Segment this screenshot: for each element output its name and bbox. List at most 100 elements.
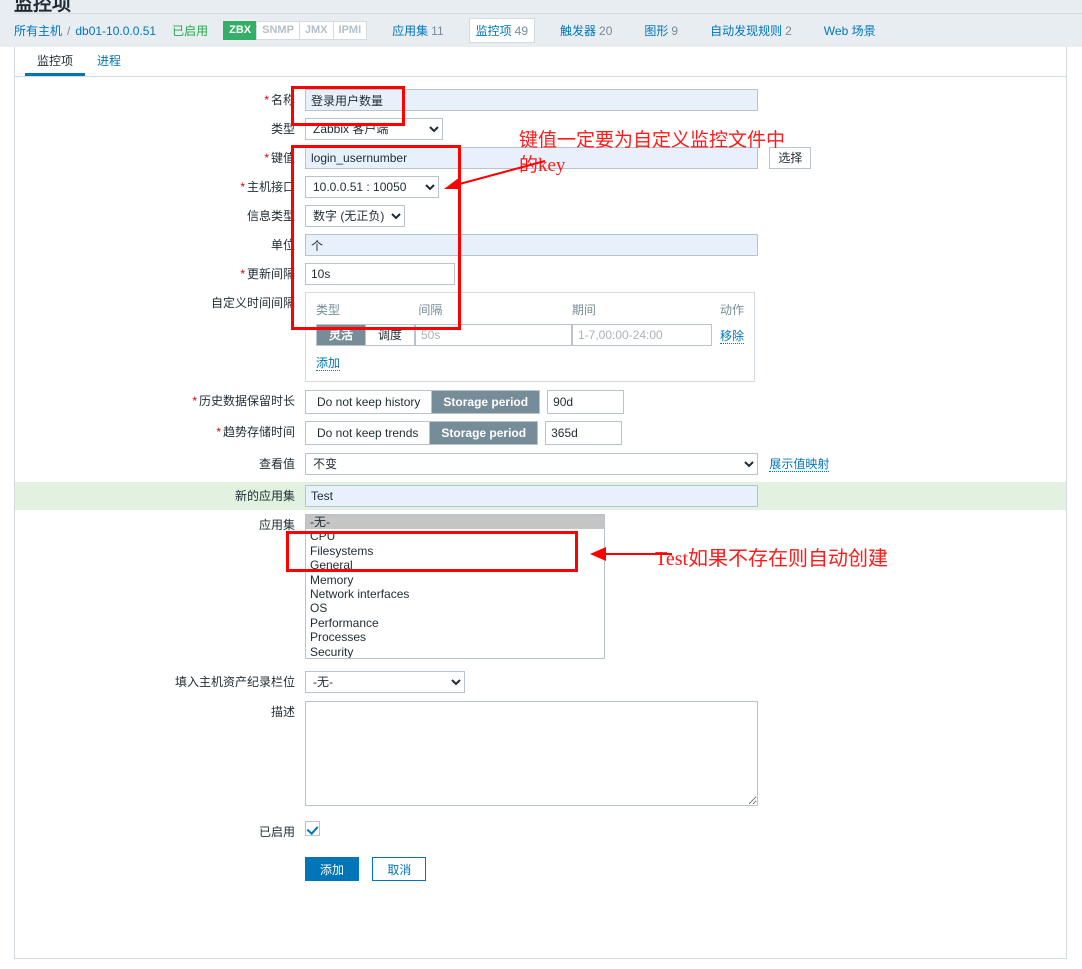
label-inventory: 填入主机资产纪录栏位 <box>15 671 305 693</box>
required-marker-name: * <box>264 93 269 107</box>
history-option-do-not-keep[interactable]: Do not keep history <box>306 391 432 413</box>
field-row-key: *键值 选择 <box>15 147 1066 169</box>
inventory-field-select[interactable]: -无- <box>305 671 465 693</box>
application-option-processes[interactable]: Processes <box>306 630 604 644</box>
header-interval-period: 期间 <box>571 303 596 317</box>
remove-interval-link[interactable]: 移除 <box>719 328 744 344</box>
label-inventory-text: 填入主机资产纪录栏位 <box>174 675 295 689</box>
show-value-mappings-link[interactable]: 展示值映射 <box>769 457 830 472</box>
required-marker-host-interface: * <box>240 180 245 194</box>
units-input[interactable] <box>305 234 758 256</box>
control-actions: 添加 取消 <box>305 857 427 881</box>
item-form-card: 监控项 进程 *名称 类型 Zabbix 客户端 *键值 选择 <box>14 47 1067 959</box>
tab-item[interactable]: 监控项 <box>25 47 86 76</box>
trends-option-do-not-keep[interactable]: Do not keep trends <box>306 422 430 444</box>
label-description-text: 描述 <box>270 705 295 719</box>
label-info-type-text: 信息类型 <box>246 209 295 223</box>
add-button[interactable]: 添加 <box>305 857 360 881</box>
interval-type-flexible[interactable]: 灵活 <box>317 325 365 345</box>
new-application-input[interactable] <box>305 485 758 507</box>
application-option-performance[interactable]: Performance <box>306 616 604 630</box>
application-option-none[interactable]: -无- <box>306 515 604 530</box>
history-duration-input[interactable] <box>547 390 625 414</box>
control-applications: -无- CPU Filesystems General Memory Netwo… <box>305 514 605 659</box>
trends-option-storage-period[interactable]: Storage period <box>429 422 538 444</box>
interface-badge-zbx[interactable]: ZBX <box>223 21 258 40</box>
field-row-type: 类型 Zabbix 客户端 <box>15 118 1066 140</box>
enabled-checkbox[interactable] <box>305 821 320 836</box>
interface-badge-snmp[interactable]: SNMP <box>256 21 300 40</box>
entity-tab-applications[interactable]: 应用集 11 <box>385 18 450 43</box>
entity-tab-items-label: 监控项 <box>475 24 512 38</box>
entity-tab-discovery[interactable]: 自动发现规则 2 <box>703 18 799 43</box>
info-type-select[interactable]: 数字 (无正负) <box>305 205 405 227</box>
application-option-cpu[interactable]: CPU <box>306 529 604 543</box>
label-update-interval: * 更新间隔 <box>15 263 305 285</box>
trends-mode-segmented: Do not keep trends Storage period <box>305 421 539 445</box>
breadcrumb-host[interactable]: db01-10.0.0.51 <box>75 24 156 38</box>
application-option-filesystems[interactable]: Filesystems <box>306 544 604 558</box>
control-type: Zabbix 客户端 <box>305 118 443 140</box>
label-type: 类型 <box>15 118 305 140</box>
required-marker-key: * <box>264 151 269 165</box>
label-trends: * 趋势存储时间 <box>15 421 305 443</box>
interval-type-scheduling[interactable]: 调度 <box>365 325 414 345</box>
interface-badges: ZBX SNMP JMX IPMI <box>223 21 368 40</box>
history-option-storage-period[interactable]: Storage period <box>431 391 540 413</box>
entity-tab-items-count: 49 <box>514 24 529 38</box>
label-new-application-text: 新的应用集 <box>234 489 295 503</box>
application-option-security[interactable]: Security <box>306 645 604 658</box>
entity-tab-graphs-count: 9 <box>671 24 679 38</box>
label-history: * 历史数据保留时长 <box>15 390 305 412</box>
field-row-applications: 应用集 -无- CPU Filesystems General Memory N… <box>15 514 1066 659</box>
entity-tab-applications-count: 11 <box>431 24 444 38</box>
value-map-select[interactable]: 不变 <box>305 453 758 475</box>
label-value-map-text: 查看值 <box>258 457 295 471</box>
interval-period-input[interactable] <box>572 324 712 346</box>
interval-value-input[interactable] <box>415 324 572 346</box>
entity-tab-web[interactable]: Web 场景 <box>817 18 883 43</box>
label-units: 单位 <box>15 234 305 256</box>
control-value-map: 不变 展示值映射 <box>305 453 830 475</box>
header-interval-value: 间隔 <box>418 303 443 317</box>
entity-tab-triggers[interactable]: 触发器 20 <box>553 18 619 43</box>
field-row-custom-intervals: 自定义时间间隔 类型 间隔 期间 动作 灵活 调度 50s 1-7,00:00-… <box>15 292 1066 382</box>
label-applications: 应用集 <box>15 514 305 536</box>
description-textarea[interactable] <box>305 701 758 806</box>
type-select[interactable]: Zabbix 客户端 <box>305 118 443 140</box>
add-interval-link[interactable]: 添加 <box>316 356 341 371</box>
entity-tab-items[interactable]: 监控项 49 <box>468 18 536 43</box>
host-status-label[interactable]: 已启用 <box>172 22 208 39</box>
applications-listbox[interactable]: -无- CPU Filesystems General Memory Netwo… <box>305 514 605 659</box>
interface-badge-jmx[interactable]: JMX <box>298 21 334 40</box>
control-info-type: 数字 (无正负) <box>305 205 405 227</box>
page-title: 监控项 <box>14 0 72 14</box>
required-marker-history: * <box>192 394 197 408</box>
host-interface-select[interactable]: 10.0.0.51 : 10050 <box>305 176 439 198</box>
entity-tab-web-label: Web 场景 <box>823 24 876 38</box>
application-option-general[interactable]: General <box>306 558 604 572</box>
control-key: 选择 <box>305 147 812 169</box>
trends-duration-input[interactable] <box>545 421 623 445</box>
control-new-application <box>305 485 758 507</box>
application-option-os[interactable]: OS <box>306 601 604 615</box>
control-trends: Do not keep trends Storage period <box>305 421 623 445</box>
application-option-network-interfaces[interactable]: Network interfaces <box>306 587 604 601</box>
label-trends-text: 趋势存储时间 <box>222 425 295 439</box>
name-input[interactable] <box>305 89 758 111</box>
breadcrumb-all-hosts[interactable]: 所有主机 <box>14 22 62 39</box>
key-input[interactable] <box>305 147 758 169</box>
application-option-memory[interactable]: Memory <box>306 573 604 587</box>
history-mode-segmented: Do not keep history Storage period <box>305 390 541 414</box>
tab-preprocessing[interactable]: 进程 <box>85 47 133 76</box>
header-interval-action: 动作 <box>719 303 744 317</box>
interface-badge-ipmi[interactable]: IPMI <box>332 21 368 40</box>
key-select-button[interactable]: 选择 <box>769 147 812 169</box>
update-interval-input[interactable] <box>305 263 455 285</box>
page-title-strip: 监控项 <box>0 0 1082 14</box>
required-marker-update-interval: * <box>240 267 245 281</box>
cancel-button[interactable]: 取消 <box>372 857 427 881</box>
entity-tab-graphs[interactable]: 图形 9 <box>637 18 685 43</box>
custom-intervals-footer: 添加 <box>316 354 744 371</box>
label-units-text: 单位 <box>270 238 295 252</box>
